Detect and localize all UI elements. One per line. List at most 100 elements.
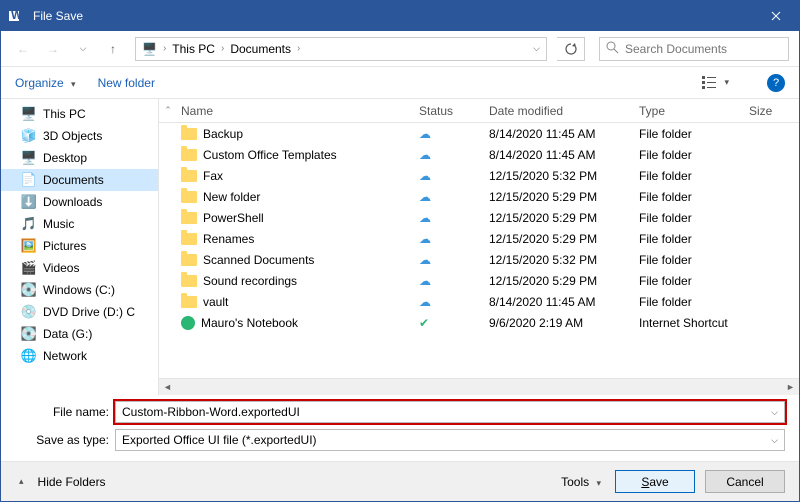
sidebar-item-label: DVD Drive (D:) C (43, 305, 135, 319)
horizontal-scrollbar[interactable]: ◄ ► (159, 378, 799, 395)
file-type: File folder (639, 295, 749, 309)
file-name: PowerShell (203, 211, 264, 225)
sidebar-item-data-g-[interactable]: 💽Data (G:) (1, 323, 158, 345)
sidebar-item-videos[interactable]: 🎬 Videos (1, 257, 158, 279)
sidebar-item-label: This PC (43, 107, 86, 121)
save-type-field[interactable]: Exported Office UI file (*.exportedUI) ⌵ (115, 429, 785, 451)
sidebar-item-3d-objects[interactable]: 🧊3D Objects (1, 125, 158, 147)
search-icon (606, 41, 619, 57)
folder-icon (181, 275, 197, 287)
title-bar: W File Save (1, 1, 799, 31)
file-name: Mauro's Notebook (201, 316, 298, 330)
help-button[interactable]: ? (767, 74, 785, 92)
chevron-down-icon[interactable]: ⌵ (771, 435, 778, 446)
sidebar-item-network[interactable]: 🌐Network (1, 345, 158, 367)
cancel-button[interactable]: Cancel (705, 470, 785, 493)
network-icon: 🌐 (21, 348, 37, 364)
sidebar-item-this-pc[interactable]: 🖥️ This PC (1, 103, 158, 125)
videos-icon: 🎬 (21, 260, 37, 276)
organize-menu[interactable]: Organize ▾ (15, 76, 80, 90)
file-name-field[interactable]: Custom-Ribbon-Word.exportedUI ⌵ (115, 401, 785, 423)
cloud-icon: ☁ (419, 211, 431, 225)
word-app-icon: W (1, 8, 31, 24)
up-button[interactable]: ↑ (101, 37, 125, 61)
hide-folders-button[interactable]: Hide Folders (38, 475, 106, 489)
pictures-icon: 🖼️ (21, 238, 37, 254)
save-type-label: Save as type: (15, 433, 115, 447)
sidebar-item-label: Windows (C:) (43, 283, 115, 297)
file-row[interactable]: PowerShell☁12/15/2020 5:29 PMFile folder (159, 207, 799, 228)
folder-icon (181, 128, 197, 140)
sidebar-item-music[interactable]: 🎵Music (1, 213, 158, 235)
toolbar-row: Organize ▾ New folder ▾ ? (1, 67, 799, 99)
back-button[interactable]: ← (11, 37, 35, 61)
file-name: Sound recordings (203, 274, 297, 288)
file-type: File folder (639, 253, 749, 267)
save-button[interactable]: Save (615, 470, 695, 493)
file-row[interactable]: Renames☁12/15/2020 5:29 PMFile folder (159, 228, 799, 249)
pc-icon: 🖥️ (21, 106, 37, 122)
file-row[interactable]: vault☁8/14/2020 11:45 AMFile folder (159, 291, 799, 312)
sidebar-item-documents[interactable]: 📄Documents (1, 169, 158, 191)
dialog-title: File Save (31, 9, 753, 23)
cloud-icon: ☁ (419, 295, 431, 309)
breadcrumb-documents[interactable]: Documents (230, 42, 291, 56)
sidebar-item-dvd-drive-d-c[interactable]: 💿 DVD Drive (D:) C (1, 301, 158, 323)
sidebar-item-desktop[interactable]: 🖥️Desktop (1, 147, 158, 169)
file-date: 8/14/2020 11:45 AM (489, 127, 639, 141)
new-folder-button[interactable]: New folder (98, 76, 155, 90)
cloud-icon: ☁ (419, 127, 431, 141)
sidebar-item-label: Data (G:) (43, 327, 92, 341)
file-type: File folder (639, 232, 749, 246)
file-name: Scanned Documents (203, 253, 314, 267)
address-dropdown-icon[interactable]: ⌵ (533, 43, 540, 54)
chevron-right-icon: › (221, 43, 224, 54)
scroll-left-icon[interactable]: ◄ (159, 379, 176, 396)
folder-icon (181, 233, 197, 245)
file-row[interactable]: Sound recordings☁12/15/2020 5:29 PMFile … (159, 270, 799, 291)
scroll-right-icon[interactable]: ► (782, 379, 799, 396)
recent-locations-dropdown[interactable]: ⌵ (71, 37, 95, 61)
search-box[interactable] (599, 37, 789, 61)
file-row[interactable]: New folder☁12/15/2020 5:29 PMFile folder (159, 186, 799, 207)
file-name: vault (203, 295, 228, 309)
button-row: ▴ Hide Folders Tools ▾ Save Cancel (1, 461, 799, 501)
breadcrumb-this-pc[interactable]: This PC (172, 42, 215, 56)
dvd-icon: 💿 (21, 304, 37, 320)
tools-menu[interactable]: Tools ▾ (561, 475, 605, 489)
save-form: File name: Custom-Ribbon-Word.exportedUI… (1, 395, 799, 461)
column-size[interactable]: Size (749, 104, 799, 118)
file-name: Fax (203, 169, 223, 183)
sidebar-item-label: Music (43, 217, 74, 231)
main-area: 🖥️ This PC 🧊3D Objects🖥️Desktop📄Documents⬇… (1, 99, 799, 395)
forward-button[interactable]: → (41, 37, 65, 61)
desktop-icon: 🖥️ (21, 150, 37, 166)
cloud-icon: ☁ (419, 148, 431, 162)
chevron-down-icon[interactable]: ⌵ (771, 407, 778, 418)
column-status[interactable]: Status (419, 104, 489, 118)
address-bar[interactable]: 🖥️ › This PC › Documents › ⌵ (135, 37, 547, 61)
file-pane: ⌃ Name Status Date modified Type Size Ba… (159, 99, 799, 395)
file-row[interactable]: Custom Office Templates☁8/14/2020 11:45 … (159, 144, 799, 165)
view-options-button[interactable]: ▾ (696, 74, 739, 91)
collapse-icon[interactable]: ▴ (19, 476, 24, 487)
sort-indicator[interactable]: ⌃ (159, 105, 177, 116)
sidebar-item-downloads[interactable]: ⬇️Downloads (1, 191, 158, 213)
file-row[interactable]: Fax☁12/15/2020 5:32 PMFile folder (159, 165, 799, 186)
sidebar-item-windows-c-[interactable]: 💽Windows (C:) (1, 279, 158, 301)
file-row[interactable]: Backup☁8/14/2020 11:45 AMFile folder (159, 123, 799, 144)
sidebar-item-label: Videos (43, 261, 79, 275)
sidebar: 🖥️ This PC 🧊3D Objects🖥️Desktop📄Documents⬇… (1, 99, 159, 395)
column-name[interactable]: Name (177, 104, 419, 118)
file-row[interactable]: Mauro's Notebook✔9/6/2020 2:19 AMInterne… (159, 312, 799, 333)
file-row[interactable]: Scanned Documents☁12/15/2020 5:32 PMFile… (159, 249, 799, 270)
column-date[interactable]: Date modified (489, 104, 639, 118)
column-type[interactable]: Type (639, 104, 749, 118)
refresh-button[interactable] (557, 37, 585, 61)
close-button[interactable] (753, 1, 799, 31)
file-list[interactable]: Backup☁8/14/2020 11:45 AMFile folderCust… (159, 123, 799, 378)
file-type: File folder (639, 127, 749, 141)
search-input[interactable] (625, 42, 782, 56)
chevron-down-icon: ▾ (724, 77, 729, 88)
sidebar-item-pictures[interactable]: 🖼️Pictures (1, 235, 158, 257)
